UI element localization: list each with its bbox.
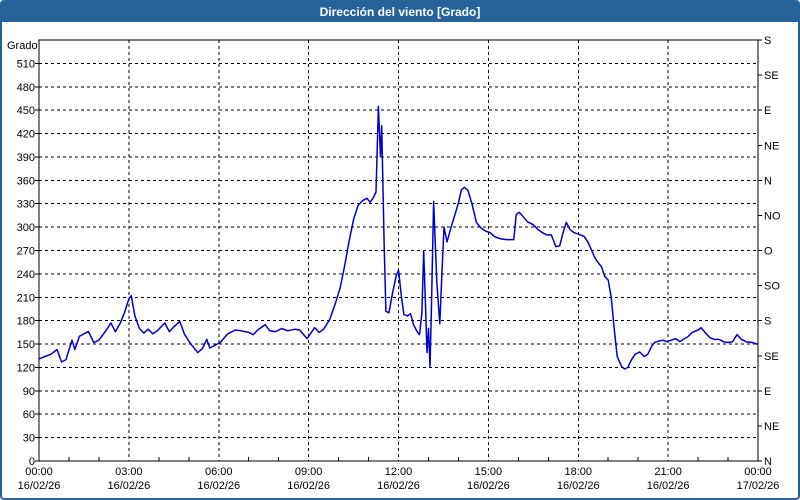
right-axis-label: E xyxy=(764,105,771,117)
y-tick-label: 150 xyxy=(17,339,35,351)
wind-direction-chart: 0306090120150180210240270300330360390420… xyxy=(17,35,781,492)
x-tick-time-label: 15:00 xyxy=(475,466,503,478)
x-tick-date-label: 16/02/26 xyxy=(107,480,150,492)
y-tick-label: 180 xyxy=(17,316,35,328)
y-tick-label: 120 xyxy=(17,362,35,374)
window-title: Dirección del viento [Grado] xyxy=(319,5,481,19)
y-tick-label: 450 xyxy=(17,105,35,117)
x-tick-date-label: 16/02/26 xyxy=(557,480,600,492)
right-axis-label: S xyxy=(764,35,771,47)
right-axis-label: S xyxy=(764,316,771,328)
x-tick-time-label: 03:00 xyxy=(115,466,143,478)
y-tick-label: 420 xyxy=(17,129,35,141)
x-tick-date-label: 17/02/26 xyxy=(737,480,780,492)
x-tick-time-label: 18:00 xyxy=(564,466,592,478)
y-tick-label: 510 xyxy=(17,58,35,70)
right-axis-label: SE xyxy=(764,351,779,363)
x-tick-date-label: 16/02/26 xyxy=(197,480,240,492)
y-tick-label: 60 xyxy=(23,409,35,421)
x-tick-date-label: 16/02/26 xyxy=(377,480,420,492)
right-axis-label: NO xyxy=(764,210,781,222)
y-tick-label: 390 xyxy=(17,152,35,164)
x-tick-time-label: 00:00 xyxy=(25,466,53,478)
application-window: 0 30 60 90 120 150 180 210 240 270 300 330 360 390 420… xyxy=(0,0,800,500)
x-tick-time-label: 06:00 xyxy=(205,466,233,478)
right-axis-label: O xyxy=(764,246,773,258)
x-tick-time-label: 12:00 xyxy=(385,466,413,478)
x-tick-time-label: 21:00 xyxy=(654,466,682,478)
y-tick-label: 270 xyxy=(17,246,35,258)
y-axis-title: Grado xyxy=(7,40,38,52)
y-tick-label: 240 xyxy=(17,269,35,281)
x-tick-date-label: 16/02/26 xyxy=(647,480,690,492)
window-titlebar: Dirección del viento [Grado] xyxy=(2,2,798,22)
right-axis-label: SO xyxy=(764,281,780,293)
y-tick-label: 360 xyxy=(17,175,35,187)
right-axis-label: SE xyxy=(764,70,779,82)
right-axis-label: N xyxy=(764,175,772,187)
right-axis-label: E xyxy=(764,386,771,398)
x-tick-date-label: 16/02/26 xyxy=(287,480,330,492)
x-tick-date-label: 16/02/26 xyxy=(18,480,61,492)
y-tick-label: 480 xyxy=(17,82,35,94)
x-tick-time-label: 00:00 xyxy=(744,466,772,478)
y-tick-label: 30 xyxy=(23,433,35,445)
y-tick-label: 210 xyxy=(17,292,35,304)
right-axis-label: NE xyxy=(764,140,779,152)
x-tick-time-label: 09:00 xyxy=(295,466,323,478)
y-tick-label: 300 xyxy=(17,222,35,234)
x-tick-date-label: 16/02/26 xyxy=(467,480,510,492)
y-tick-label: 330 xyxy=(17,199,35,211)
y-tick-label: 90 xyxy=(23,386,35,398)
right-axis-label: NE xyxy=(764,421,779,433)
